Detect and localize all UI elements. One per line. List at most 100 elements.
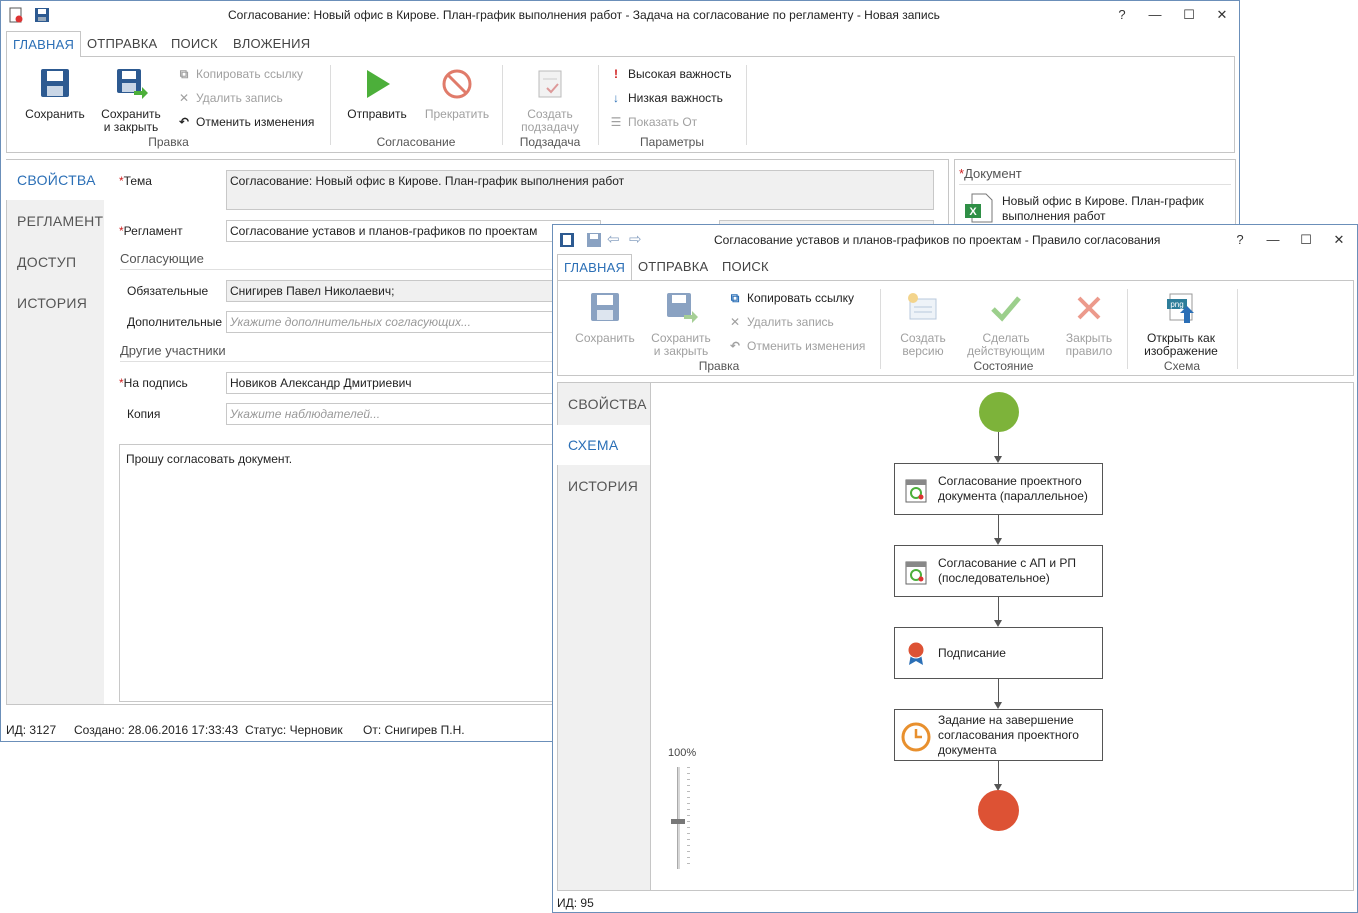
flow-arrow [994,456,1002,463]
save-close-icon [117,69,148,99]
maximize-button[interactable]: ☐ [1178,5,1200,25]
tab-search[interactable]: ПОИСК [165,31,224,57]
tab-attachments[interactable]: ВЛОЖЕНИЯ [227,31,316,57]
help-button[interactable]: ? [1111,5,1133,25]
zoom-slider-ticks [687,767,690,869]
reglament-field[interactable]: Согласование уставов и планов-графиков п… [226,220,601,242]
maximize-button[interactable]: ☐ [1295,230,1317,250]
save-icon[interactable] [34,7,50,23]
excel-file-icon[interactable]: X [964,193,994,223]
node-text: Подписание [938,646,1006,660]
show-from-button[interactable]: ☰ Показать От [609,113,698,131]
subtask-icon [538,70,562,98]
diagram-node-sequential-approval[interactable]: Согласование с АП и РП (последовательное… [894,545,1103,597]
send-button[interactable]: Отправить [339,67,415,121]
side-tab-history[interactable]: ИСТОРИЯ [568,478,638,494]
undo-changes-button[interactable]: ↶ Отменить изменения [177,113,314,131]
copy-link-button[interactable]: ⧉ Копировать ссылку [728,289,854,307]
delete-record-button[interactable]: ✕ Удалить запись [177,89,283,107]
approval-task-icon [905,561,927,585]
status-created: Создано: 28.06.2016 17:33:43 [74,723,239,737]
save-icon[interactable] [586,232,602,248]
ribbon-separator [880,289,881,369]
reglament-label: *Регламент [119,224,183,238]
close-rule-button[interactable]: Закрыть правило [1051,291,1127,358]
diagram-node-signing[interactable]: Подписание [894,627,1103,679]
node-text: Задание на завершение [938,713,1074,727]
save-icon [591,293,619,321]
high-importance-button[interactable]: ! Высокая важность [609,65,731,83]
open-as-image-button[interactable]: png Открыть как изображение [1136,291,1226,358]
flow-connector [998,597,999,620]
low-importance-button[interactable]: ↓ Низкая важность [609,89,723,107]
svg-text:png: png [1170,300,1183,309]
minimize-button[interactable]: — [1144,5,1166,25]
save-button[interactable]: Сохранить [15,67,95,121]
side-tab-access[interactable]: ДОСТУП [17,254,76,270]
save-button[interactable]: Сохранить [565,291,645,345]
approval-task-icon [905,479,927,503]
tab-main[interactable]: ГЛАВНАЯ [557,254,633,280]
rule-ribbon-tabs: ГЛАВНАЯ ОТПРАВКА ПОИСК [553,252,1357,280]
diagram-node-finish-task[interactable]: Задание на завершение согласования проек… [894,709,1103,761]
main-ribbon-tabs: ГЛАВНАЯ ОТПРАВКА ПОИСК ВЛОЖЕНИЯ [1,29,1239,57]
undo-changes-button[interactable]: ↶ Отменить изменения [728,337,865,355]
side-tab-history[interactable]: ИСТОРИЯ [17,295,87,311]
additional-label: Дополнительные [127,315,222,329]
tab-send[interactable]: ОТПРАВКА [81,31,163,57]
save-and-close-button[interactable]: Сохранить и закрыть [91,67,171,134]
group-label-subtask: Подзадача [519,135,581,149]
document-panel-header: *Документ [959,166,1022,181]
tab-search[interactable]: ПОИСК [716,254,775,280]
create-version-button[interactable]: Создать версию [885,291,961,358]
side-tab-reglament[interactable]: РЕГЛАМЕНТ [17,213,103,229]
minimize-button[interactable]: — [1262,230,1284,250]
tab-main[interactable]: ГЛАВНАЯ [6,31,82,57]
undo-icon: ↶ [178,115,190,129]
delete-record-button[interactable]: ✕ Удалить запись [728,313,834,331]
document-name[interactable]: Новый офис в Кирове. План-график выполне… [1002,194,1227,224]
checkmark-icon [991,296,1021,322]
create-subtask-button[interactable]: Создать подзадачу [510,67,590,134]
start-event[interactable] [979,392,1019,432]
flow-connector [998,679,999,702]
close-button[interactable]: ✕ [1211,5,1233,25]
save-and-close-button[interactable]: Сохранить и закрыть [641,291,721,358]
list-icon: ☰ [610,115,622,129]
side-tab-scheme[interactable]: СХЕМА [557,425,651,465]
diagram-node-parallel-approval[interactable]: Согласование проектного документа (парал… [894,463,1103,515]
delete-icon: ✕ [178,91,190,105]
group-label-scheme: Схема [1163,359,1201,373]
zoom-slider-thumb[interactable] [671,819,685,824]
node-text: Согласование с АП и РП [938,556,1077,570]
forward-arrow-icon[interactable]: ⇨ [629,230,645,248]
exclamation-icon: ! [614,67,618,81]
ribbon-separator [330,65,331,145]
zoom-slider-track[interactable] [677,767,680,869]
tab-send[interactable]: ОТПРАВКА [632,254,714,280]
group-label-params: Параметры [640,135,704,149]
rule-window-title: Согласование уставов и планов-графиков п… [714,233,1161,247]
close-button[interactable]: ✕ [1328,230,1350,250]
rule-ribbon: Сохранить Сохранить и закрыть ⧉ Копироват… [557,280,1354,376]
rule-app-icon [560,233,574,247]
node-text: документа [938,743,997,757]
stop-button[interactable]: Прекратить [417,67,497,121]
new-version-icon [908,293,937,320]
copy-link-button[interactable]: ⧉ Копировать ссылку [177,65,303,83]
save-close-icon [667,293,698,323]
status-id: ИД: 3127 [6,723,57,737]
end-event[interactable] [978,790,1019,831]
back-arrow-icon[interactable]: ⇦ [607,230,623,248]
side-tab-properties[interactable]: СВОЙСТВА [6,160,105,200]
subject-field[interactable]: Согласование: Новый офис в Кирове. План-… [226,170,934,210]
help-button[interactable]: ? [1229,230,1251,250]
main-titlebar: Согласование: Новый офис в Кирове. План-… [1,1,1239,29]
side-tab-properties[interactable]: СВОЙСТВА [568,396,647,412]
flow-arrow [994,620,1002,627]
ribbon-separator [502,65,503,145]
make-active-button[interactable]: Сделать действующим [961,291,1051,358]
task-app-icon [9,7,23,23]
flow-arrow [994,538,1002,545]
rule-window: ⇦ ⇨ Согласование уставов и планов-график… [552,224,1358,913]
